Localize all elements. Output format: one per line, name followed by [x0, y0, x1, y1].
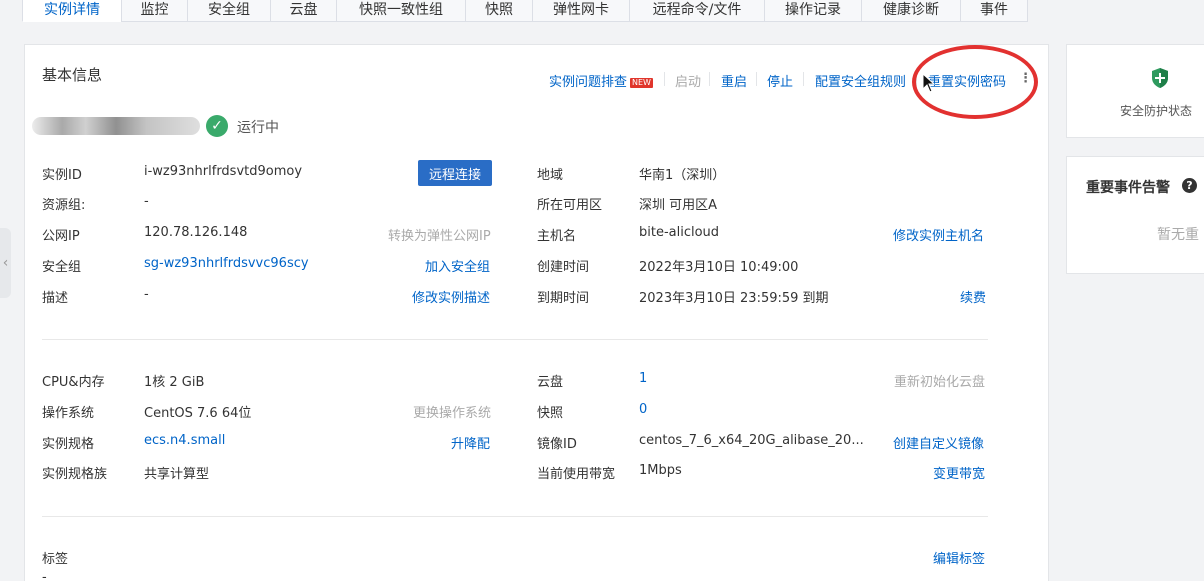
- convert-eip-link[interactable]: 转换为弹性公网IP: [388, 225, 491, 244]
- tab-eni[interactable]: 弹性网卡: [532, 0, 630, 22]
- start-button[interactable]: 启动: [675, 71, 701, 90]
- status-text: 运行中: [237, 120, 279, 136]
- bandwidth-value: 1Mbps: [639, 463, 682, 478]
- family-value: 共享计算型: [144, 467, 210, 482]
- bandwidth-label: 当前使用带宽: [537, 467, 616, 482]
- cpu-mem-value: 1核 2 GiB: [144, 375, 205, 390]
- divider: [709, 72, 710, 86]
- expires-value: 2023年3月10日 23:59:59 到期: [639, 291, 829, 306]
- resource-group-label: 资源组:: [42, 198, 86, 213]
- tab-health-diagnosis[interactable]: 健康诊断: [861, 0, 961, 22]
- hostname-label: 主机名: [537, 229, 577, 244]
- section-divider: [42, 339, 988, 340]
- resource-group-value: -: [144, 194, 149, 209]
- snapshot-count-link[interactable]: 0: [639, 402, 647, 417]
- reinit-disk-link[interactable]: 重新初始化云盘: [894, 371, 985, 390]
- events-card: [1066, 156, 1204, 274]
- instance-name-blurred: [32, 117, 200, 135]
- security-group-link[interactable]: sg-wz93nhrlfrdsvvc96scy: [144, 256, 309, 271]
- image-id-value: centos_7_6_x64_20G_alibase_20...: [639, 433, 864, 448]
- spec-label: 实例规格: [42, 437, 95, 452]
- divider: [664, 72, 665, 86]
- family-label: 实例规格族: [42, 467, 108, 482]
- divider: [756, 72, 757, 86]
- security-group-label: 安全组: [42, 260, 82, 275]
- edit-description-link[interactable]: 修改实例描述: [412, 287, 490, 306]
- description-value: -: [144, 287, 149, 302]
- events-title: 重要事件告警: [1086, 180, 1170, 196]
- tab-events[interactable]: 事件: [960, 0, 1028, 22]
- created-value: 2022年3月10日 10:49:00: [639, 260, 799, 275]
- tab-remote-commands[interactable]: 远程命令/文件: [629, 0, 765, 22]
- help-icon[interactable]: ?: [1182, 178, 1197, 193]
- instance-id-label: 实例ID: [42, 168, 82, 183]
- public-ip-value: 120.78.126.148: [144, 225, 248, 240]
- restart-button[interactable]: 重启: [721, 71, 747, 90]
- tags-value: -: [42, 570, 47, 581]
- tab-disks[interactable]: 云盘: [270, 0, 337, 22]
- security-status-label: 安全防护状态: [1120, 104, 1193, 118]
- events-empty-text: 暂无重: [1157, 227, 1199, 243]
- public-ip-label: 公网IP: [42, 229, 80, 244]
- tab-instance-details[interactable]: 实例详情: [22, 0, 122, 22]
- zone-label: 所在可用区: [537, 198, 603, 213]
- create-image-link[interactable]: 创建自定义镜像: [893, 433, 984, 452]
- os-label: 操作系统: [42, 406, 95, 421]
- region-value: 华南1（深圳）: [639, 168, 726, 183]
- tab-monitoring[interactable]: 监控: [121, 0, 188, 22]
- new-badge: NEW: [630, 77, 653, 88]
- snapshot-label: 快照: [537, 406, 564, 421]
- renew-link[interactable]: 续费: [960, 287, 986, 306]
- edit-tags-link[interactable]: 编辑标签: [933, 548, 985, 567]
- disk-count-link[interactable]: 1: [639, 371, 647, 386]
- tab-operation-logs[interactable]: 操作记录: [764, 0, 862, 22]
- collapse-handle[interactable]: ‹: [0, 228, 11, 298]
- image-id-label: 镜像ID: [537, 437, 577, 452]
- remote-connect-button[interactable]: 远程连接: [418, 160, 492, 186]
- edit-hostname-link[interactable]: 修改实例主机名: [893, 225, 984, 244]
- tab-snapshot-consistency-group[interactable]: 快照一致性组: [336, 0, 466, 22]
- section-title: 基本信息: [42, 66, 103, 84]
- tab-security-group[interactable]: 安全组: [187, 0, 271, 22]
- expires-label: 到期时间: [537, 291, 590, 306]
- shield-icon: [1152, 68, 1168, 88]
- change-bandwidth-link[interactable]: 变更带宽: [933, 463, 985, 482]
- divider: [803, 72, 804, 86]
- disk-label: 云盘: [537, 375, 564, 390]
- join-security-group-link[interactable]: 加入安全组: [425, 256, 490, 275]
- description-label: 描述: [42, 291, 69, 306]
- security-status-card[interactable]: [1066, 44, 1204, 138]
- troubleshoot-link[interactable]: 实例问题排查 NEW: [549, 71, 653, 90]
- upgrade-downgrade-link[interactable]: 升降配: [451, 433, 490, 452]
- check-circle-icon: ✓: [206, 115, 228, 137]
- region-label: 地域: [537, 168, 564, 183]
- zone-value: 深圳 可用区A: [639, 198, 718, 213]
- change-os-link[interactable]: 更换操作系统: [413, 402, 491, 421]
- tags-label: 标签: [42, 552, 69, 567]
- stop-button[interactable]: 停止: [767, 71, 793, 90]
- cpu-mem-label: CPU&内存: [42, 375, 105, 390]
- created-label: 创建时间: [537, 260, 590, 275]
- troubleshoot-label: 实例问题排查: [549, 75, 628, 90]
- hostname-value: bite-alicloud: [639, 225, 720, 240]
- os-value: CentOS 7.6 64位: [144, 406, 252, 421]
- tab-bar: 实例详情 监控 安全组 云盘 快照一致性组 快照 弹性网卡 远程命令/文件 操作…: [0, 0, 1204, 22]
- tab-snapshots[interactable]: 快照: [465, 0, 533, 22]
- config-sg-rules-link[interactable]: 配置安全组规则: [815, 71, 906, 90]
- spec-link[interactable]: ecs.n4.small: [144, 433, 225, 448]
- instance-id-value: i-wz93nhrlfrdsvtd9omoy: [144, 164, 303, 179]
- chevron-left-icon: ‹: [2, 255, 9, 271]
- mouse-cursor-icon: [922, 73, 936, 93]
- section-divider: [42, 516, 988, 517]
